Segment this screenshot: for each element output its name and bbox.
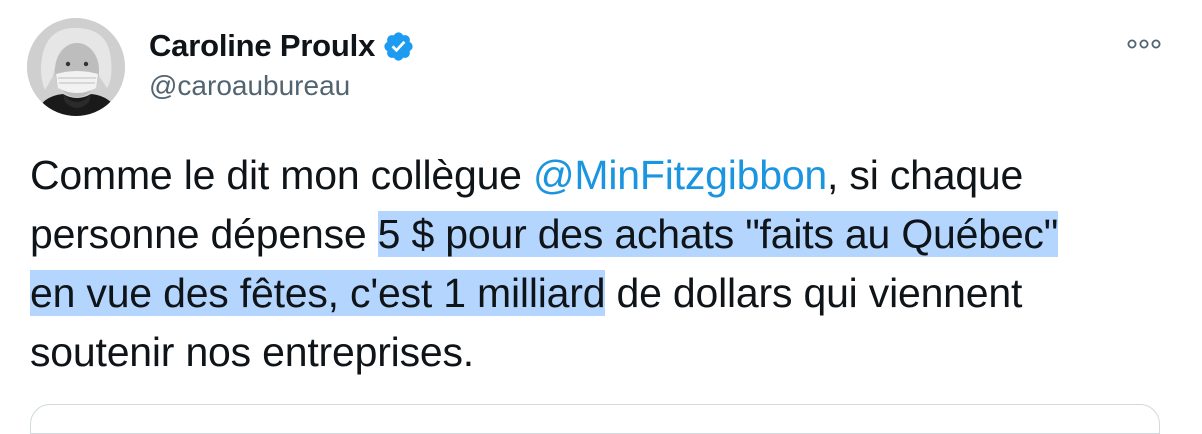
- author-display-name[interactable]: Caroline Proulx: [149, 28, 375, 64]
- author-name-row: Caroline Proulx: [149, 26, 415, 66]
- media-card-top-edge: [30, 404, 1160, 434]
- profile-photo-icon: [27, 18, 125, 116]
- tweet-text: Comme le dit mon collègue @MinFitzgibbon…: [30, 146, 1180, 382]
- verified-badge-icon: [382, 30, 415, 63]
- more-options-icon[interactable]: [1124, 32, 1164, 56]
- mention-link[interactable]: @MinFitzgibbon: [533, 152, 827, 198]
- tweet-text-segment: Comme le dit mon collègue: [30, 152, 533, 198]
- avatar[interactable]: [27, 18, 125, 116]
- author-handle[interactable]: @caroaubureau: [149, 70, 350, 102]
